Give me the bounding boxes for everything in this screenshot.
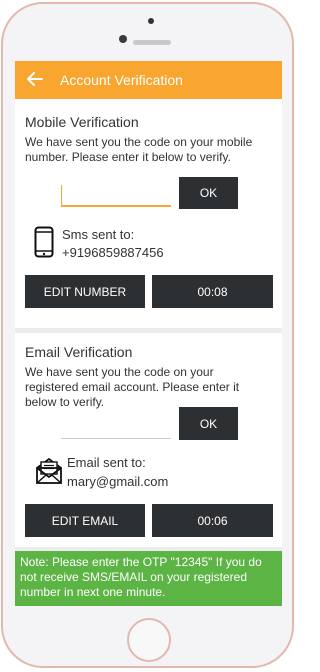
edit-number-button[interactable]: EDIT NUMBER <box>25 275 145 308</box>
mobile-ok-button[interactable]: OK <box>179 177 238 209</box>
email-timer-button[interactable]: 00:06 <box>152 504 273 537</box>
front-camera <box>119 35 127 43</box>
sensor-dot <box>148 18 154 24</box>
app-header: Account Verification <box>15 61 282 99</box>
mobile-otp-input[interactable] <box>61 185 171 207</box>
email-verification-card: Email Verification We have sent you the … <box>15 333 282 547</box>
email-otp-input[interactable] <box>61 417 171 439</box>
edit-email-button[interactable]: EDIT EMAIL <box>25 504 145 537</box>
mobile-description: We have sent you the code on your mobile… <box>25 135 253 164</box>
earpiece-speaker <box>133 40 171 45</box>
email-ok-button[interactable]: OK <box>179 407 238 440</box>
email-address: mary@gmail.com <box>67 474 169 489</box>
mobile-timer-button[interactable]: 00:08 <box>152 275 273 308</box>
sms-number: +9196859887456 <box>62 245 164 260</box>
home-button[interactable] <box>127 618 171 662</box>
smartphone-icon <box>34 226 54 258</box>
sms-sent-label: Sms sent to: <box>62 227 135 242</box>
email-description: We have sent you the code on your regist… <box>25 365 240 409</box>
otp-note-banner: Note: Please enter the OTP "12345" If yo… <box>15 551 282 606</box>
mobile-verification-card: Mobile Verification We have sent you the… <box>15 99 282 328</box>
app-screen: Account Verification Mobile Verification… <box>15 61 282 606</box>
page-title: Account Verification <box>60 72 183 88</box>
mobile-heading: Mobile Verification <box>25 114 139 130</box>
email-sent-label: Email sent to: <box>67 455 146 470</box>
back-arrow-icon[interactable] <box>25 69 45 89</box>
envelope-icon <box>36 457 62 484</box>
email-heading: Email Verification <box>25 344 133 360</box>
